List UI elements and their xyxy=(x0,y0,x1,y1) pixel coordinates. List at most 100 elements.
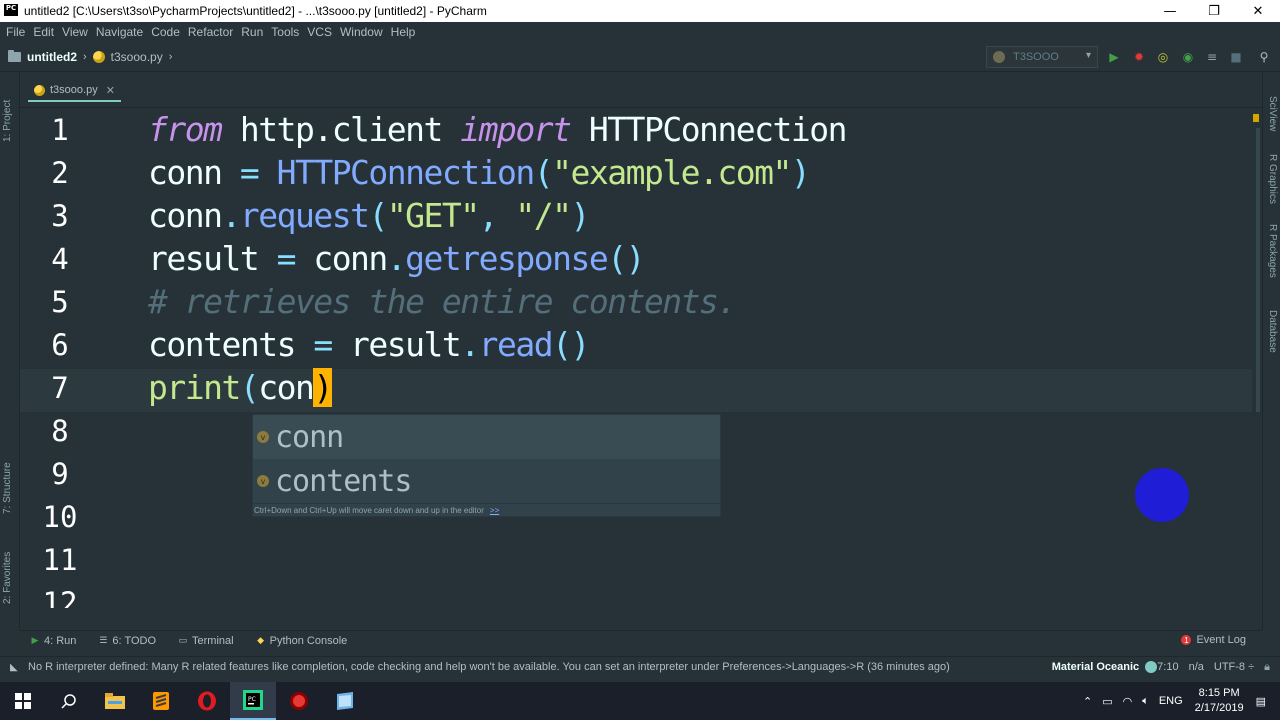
close-tab-icon[interactable]: ✕ xyxy=(106,84,115,97)
pycharm-taskbar-icon[interactable]: PC xyxy=(230,682,276,720)
chevron-right-icon: › xyxy=(168,50,173,63)
menu-tools[interactable]: Tools xyxy=(267,25,303,39)
identifier: con xyxy=(258,368,315,407)
tool-python-console[interactable]: ◆ Python Console xyxy=(256,635,347,647)
menu-vcs[interactable]: VCS xyxy=(303,25,336,39)
tool-sciview[interactable]: SciView xyxy=(1267,96,1278,131)
paren: () xyxy=(552,325,590,364)
paren: ( xyxy=(368,196,388,235)
search-icon[interactable] xyxy=(46,682,92,720)
warning-stripe-marker[interactable] xyxy=(1253,114,1259,122)
debug-icon[interactable]: ✹ xyxy=(1131,49,1147,65)
search-everywhere-icon[interactable]: ⚲ xyxy=(1256,49,1272,65)
menu-bar: File Edit View Navigate Code Refactor Ru… xyxy=(0,22,1280,42)
menu-window[interactable]: Window xyxy=(336,25,387,39)
breadcrumb-project[interactable]: untitled2 xyxy=(27,50,77,64)
tool-favorites[interactable]: 2: Favorites xyxy=(2,552,13,604)
menu-code[interactable]: Code xyxy=(147,25,184,39)
wifi-icon[interactable]: ◠ xyxy=(1123,695,1133,708)
tab-t3sooo[interactable]: t3sooo.py ✕ xyxy=(28,80,121,102)
profile-icon[interactable]: ◉ xyxy=(1180,49,1196,65)
build-icon[interactable]: ≡ xyxy=(1204,49,1220,65)
code-editor[interactable]: 1 2 3 4 5 6 7 8 9 10 11 12 from http.cli… xyxy=(20,108,1262,608)
completion-item[interactable]: v conn xyxy=(253,415,720,459)
window-title: untitled2 [C:\Users\t3so\PycharmProjects… xyxy=(24,4,487,18)
identifier: result xyxy=(148,239,277,278)
line-separator[interactable]: n/a xyxy=(1189,661,1204,673)
run-configuration-select[interactable]: T3SOOO ▾ xyxy=(986,46,1098,68)
menu-help[interactable]: Help xyxy=(387,25,420,39)
tool-r-packages[interactable]: R Packages xyxy=(1267,224,1278,278)
clock[interactable]: 8:15 PM 2/17/2019 xyxy=(1195,686,1244,716)
notifications-icon[interactable]: ▤ xyxy=(1256,695,1266,708)
lock-icon[interactable]: 🔒︎ xyxy=(1264,661,1270,674)
line-number: 5 xyxy=(51,285,69,319)
coverage-icon[interactable]: ◎ xyxy=(1155,49,1171,65)
tool-database[interactable]: Database xyxy=(1267,310,1278,353)
input-language[interactable]: ENG xyxy=(1159,695,1183,707)
status-widgets: Material Oceanic 7:10 n/a UTF-8 ÷ 🔒︎ xyxy=(1052,657,1280,677)
tool-project[interactable]: 1: Project xyxy=(2,100,13,142)
menu-view[interactable]: View xyxy=(58,25,92,39)
file-explorer-icon[interactable] xyxy=(92,682,138,720)
paren: () xyxy=(607,239,645,278)
start-button[interactable] xyxy=(0,682,46,720)
restore-button[interactable]: ❐ xyxy=(1192,0,1236,22)
tool-structure[interactable]: 7: Structure xyxy=(2,462,13,514)
completion-item[interactable]: v contents xyxy=(253,459,720,503)
minimize-button[interactable]: — xyxy=(1148,0,1192,22)
identifier: conn xyxy=(294,239,388,278)
run-configuration-label: T3SOOO xyxy=(1013,51,1059,63)
chevron-up-icon[interactable]: ⌃ xyxy=(1083,695,1092,708)
line-number: 9 xyxy=(51,457,69,491)
menu-navigate[interactable]: Navigate xyxy=(92,25,147,39)
completion-hint-link[interactable]: >> xyxy=(490,506,499,515)
volume-icon[interactable]: 🔈︎ xyxy=(1142,695,1149,708)
paren: ) xyxy=(570,196,591,235)
tool-terminal[interactable]: ▭ Terminal xyxy=(178,635,234,647)
identifier: contents xyxy=(148,325,314,364)
theme-widget[interactable]: Material Oceanic xyxy=(1052,661,1158,673)
caret-position[interactable]: 7:10 xyxy=(1157,661,1178,673)
tool-r-graphics[interactable]: R Graphics xyxy=(1267,154,1278,204)
pycharm-logo-icon: PC xyxy=(4,4,18,18)
line-number: 11 xyxy=(42,543,78,577)
event-log-button[interactable]: 1 Event Log xyxy=(1181,634,1246,646)
python-config-icon xyxy=(993,51,1005,63)
line-number: 10 xyxy=(42,500,78,534)
python-console-icon: ◆ xyxy=(257,635,265,645)
editor-scrollbar[interactable] xyxy=(1256,128,1260,412)
menu-edit[interactable]: Edit xyxy=(29,25,58,39)
stop-icon[interactable]: ■ xyxy=(1228,49,1244,65)
breadcrumb-file[interactable]: t3sooo.py xyxy=(111,50,163,64)
line-number: 8 xyxy=(51,414,69,448)
chevron-right-icon: › xyxy=(83,50,87,63)
tool-todo[interactable]: ☰ 6: TODO xyxy=(98,635,156,647)
run-icon[interactable]: ▶ xyxy=(1106,49,1122,65)
paren: ( xyxy=(533,153,554,192)
folder-icon xyxy=(8,49,21,62)
sublime-text-icon[interactable] xyxy=(138,682,184,720)
menu-file[interactable]: File xyxy=(2,25,29,39)
status-message-text: No R interpreter defined: Many R related… xyxy=(28,660,950,673)
close-button[interactable]: ✕ xyxy=(1236,0,1280,22)
tool-terminal-label: Terminal xyxy=(192,634,234,647)
module-name: http.client xyxy=(221,110,461,149)
menu-refactor[interactable]: Refactor xyxy=(184,25,237,39)
menu-run[interactable]: Run xyxy=(237,25,267,39)
network-icon[interactable]: ▭ xyxy=(1102,695,1112,708)
opera-browser-icon[interactable] xyxy=(184,682,230,720)
svg-text:PC: PC xyxy=(248,696,256,703)
app-window-icon[interactable] xyxy=(322,682,368,720)
code-line-5-comment: # retrieves the entire contents. xyxy=(148,282,737,321)
string-literal: "/" xyxy=(515,196,572,235)
status-message[interactable]: ◣ No R interpreter defined: Many R relat… xyxy=(10,661,950,673)
tool-run[interactable]: ▶ 4: Run xyxy=(30,635,77,647)
window-title-bar[interactable]: PC untitled2 [C:\Users\t3so\PycharmProje… xyxy=(0,0,1280,22)
line-number: 4 xyxy=(51,242,69,276)
record-app-icon[interactable] xyxy=(276,682,322,720)
class-call: HTTPConnection xyxy=(258,153,536,192)
clock-date: 2/17/2019 xyxy=(1194,702,1244,714)
file-encoding[interactable]: UTF-8 ÷ xyxy=(1214,661,1254,673)
operator: . xyxy=(460,325,480,364)
